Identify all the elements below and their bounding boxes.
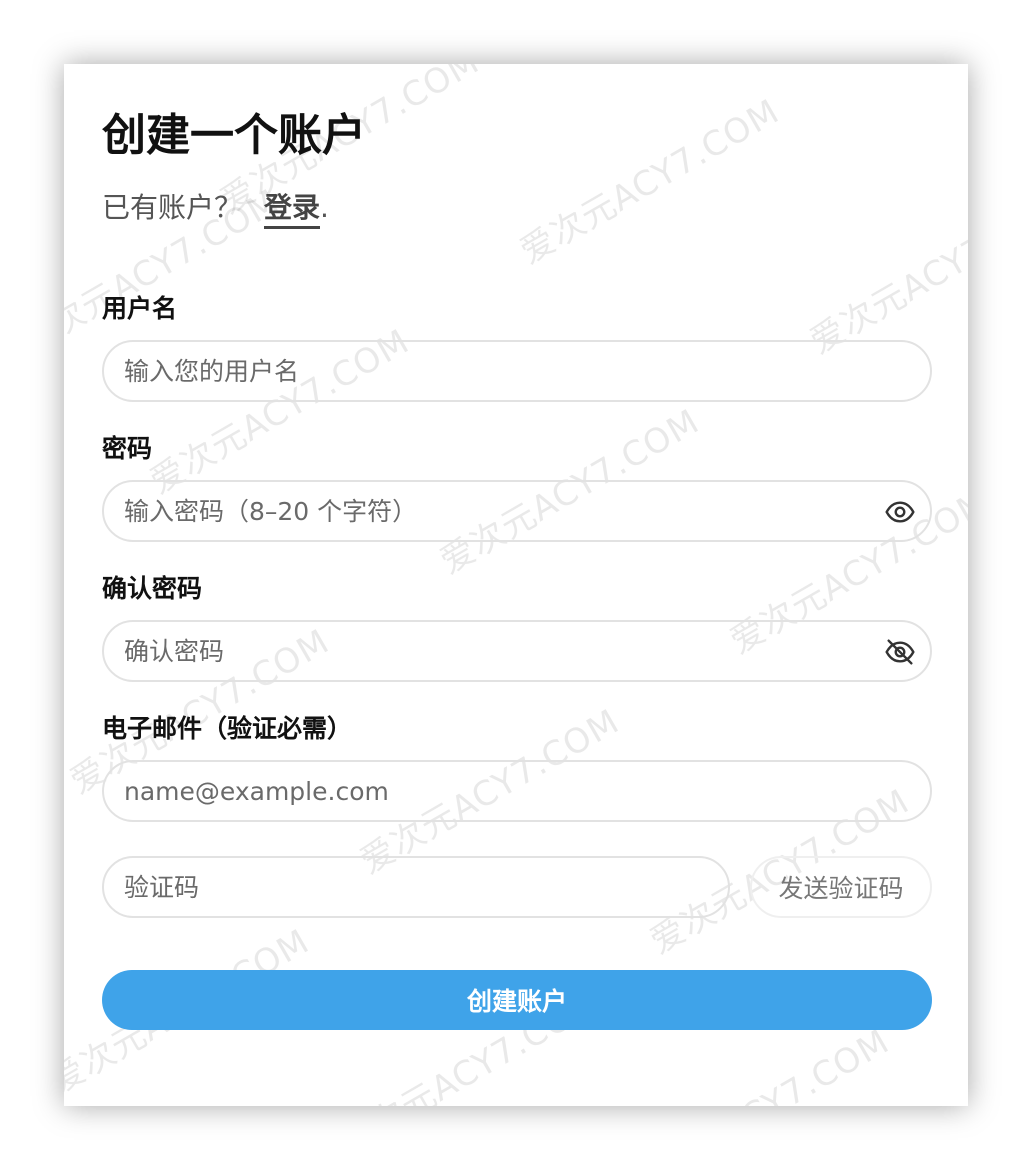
username-field-wrapper — [102, 340, 932, 402]
confirm-password-input[interactable] — [124, 622, 864, 680]
email-input[interactable] — [124, 762, 864, 820]
login-prompt: 已有账户？ 登录. — [102, 188, 329, 229]
signup-card: 爱次元ACY7.COM 爱次元ACY7.COM 爱次元ACY7.COM 爱次元A… — [64, 64, 968, 1106]
email-field-wrapper — [102, 760, 932, 822]
password-input[interactable] — [124, 482, 864, 540]
login-suffix: . — [320, 191, 329, 224]
verification-code-field-wrapper — [102, 856, 730, 918]
create-account-button[interactable]: 创建账户 — [102, 970, 932, 1030]
password-label: 密码 — [102, 434, 153, 463]
password-field-wrapper — [102, 480, 932, 542]
eye-icon[interactable] — [884, 496, 916, 528]
email-label: 电子邮件（验证必需） — [102, 714, 353, 743]
watermark: 爱次元ACY7.COM — [803, 181, 969, 363]
username-label: 用户名 — [102, 294, 178, 323]
have-account-text: 已有账户？ — [102, 191, 243, 224]
send-code-button[interactable]: 发送验证码 — [750, 856, 932, 918]
username-input[interactable] — [124, 342, 864, 400]
verification-code-input[interactable] — [124, 858, 684, 916]
login-link[interactable]: 登录 — [264, 191, 321, 229]
confirm-password-field-wrapper — [102, 620, 932, 682]
watermark: 爱次元ACY7.COM — [513, 91, 787, 273]
eye-off-icon[interactable] — [884, 636, 916, 668]
page-title: 创建一个账户 — [102, 110, 366, 161]
confirm-password-label: 确认密码 — [102, 574, 203, 603]
